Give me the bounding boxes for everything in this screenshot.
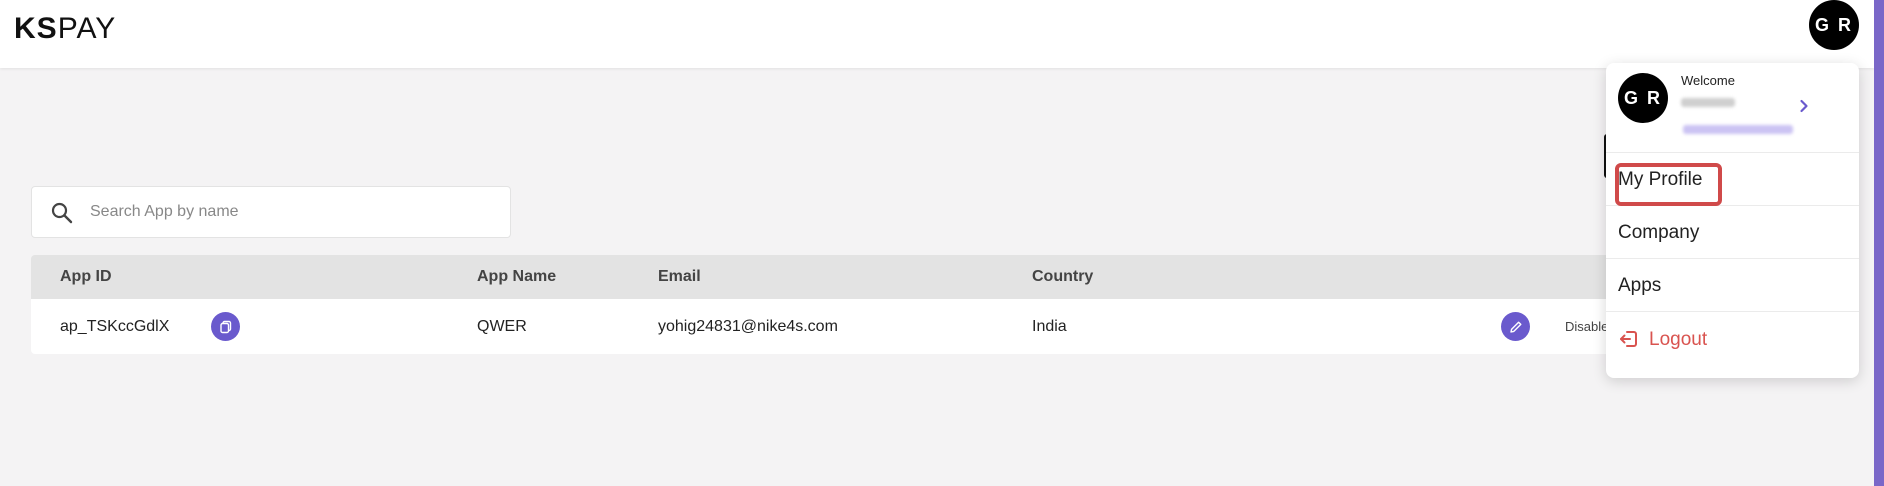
window-edge-strip <box>1874 0 1884 486</box>
table-header: App ID App Name Email Country <box>31 255 1621 299</box>
table-row: ap_TSKccGdlX QWER yohig24831@nike4s.com … <box>31 299 1621 354</box>
edit-icon <box>1509 321 1521 333</box>
welcome-text: Welcome <box>1681 73 1735 88</box>
user-menu-header[interactable]: G R Welcome <box>1606 63 1859 153</box>
menu-item-label: Apps <box>1618 275 1662 296</box>
menu-item-my-profile[interactable]: My Profile <box>1606 153 1859 206</box>
disable-toggle-label[interactable]: Disable <box>1565 299 1608 354</box>
cell-email: yohig24831@nike4s.com <box>658 318 838 335</box>
search-input[interactable] <box>90 187 500 237</box>
search-box <box>31 186 511 238</box>
column-header-app-name: App Name <box>477 268 557 285</box>
redacted-user-email <box>1683 125 1793 134</box>
menu-item-label: My Profile <box>1618 169 1703 190</box>
menu-item-company[interactable]: Company <box>1606 206 1859 259</box>
dropdown-avatar: G R <box>1618 73 1668 123</box>
column-header-app-id: App ID <box>60 268 112 285</box>
edit-app-button[interactable] <box>1501 312 1530 341</box>
menu-item-logout[interactable]: Logout <box>1606 313 1859 366</box>
user-avatar-button[interactable]: G R <box>1809 0 1859 50</box>
user-dropdown-menu: G R Welcome My Profile Company Apps Logo… <box>1606 63 1859 378</box>
logout-icon <box>1620 331 1637 347</box>
column-header-email: Email <box>658 268 701 285</box>
cell-app-name: QWER <box>477 318 527 335</box>
cell-app-id: ap_TSKccGdlX <box>60 318 170 335</box>
menu-item-label: Company <box>1618 222 1700 243</box>
copy-icon <box>219 320 231 333</box>
top-bar: KSPAY G R <box>0 0 1874 68</box>
logo-pay: PAY <box>57 12 117 45</box>
logo-ks: KS <box>14 12 58 45</box>
search-icon <box>51 202 73 224</box>
redacted-user-name <box>1681 98 1735 107</box>
copy-app-id-button[interactable] <box>211 312 240 341</box>
column-header-country: Country <box>1032 268 1094 285</box>
chevron-right-icon[interactable] <box>1796 98 1812 114</box>
kspay-logo[interactable]: KSPAY <box>14 12 116 46</box>
cell-country: India <box>1032 318 1067 335</box>
menu-item-apps[interactable]: Apps <box>1606 259 1859 312</box>
menu-item-label: Logout <box>1649 329 1708 350</box>
apps-table: App ID App Name Email Country ap_TSKccGd… <box>31 255 1621 354</box>
